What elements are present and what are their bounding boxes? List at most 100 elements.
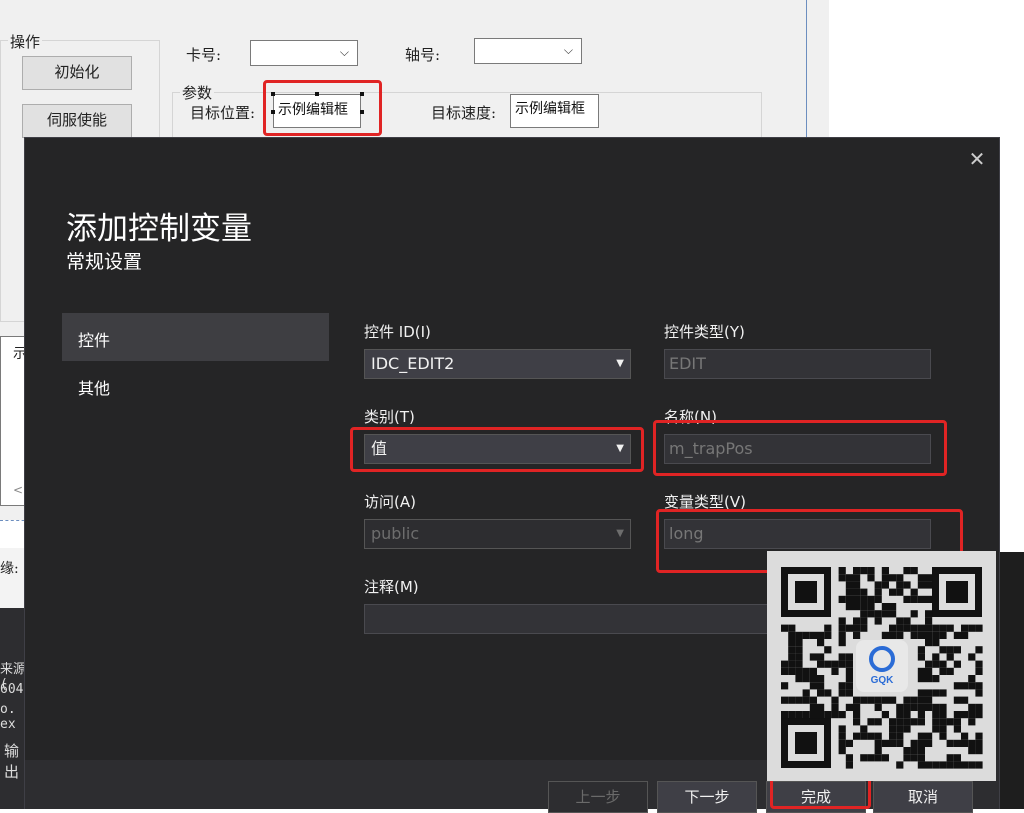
init-button[interactable]: 初始化 — [22, 56, 132, 90]
qr-module — [939, 667, 947, 675]
qr-module — [917, 667, 925, 675]
qr-module — [874, 617, 882, 625]
qr-module — [881, 696, 889, 704]
qr-module — [889, 588, 897, 596]
comment-label: 注释(M) — [364, 578, 419, 596]
qr-module — [881, 581, 889, 589]
qr-module — [903, 711, 911, 719]
access-dropdown[interactable]: public ▼ — [364, 519, 631, 549]
qr-module — [874, 610, 882, 618]
axis-number-combo[interactable]: ⌵ — [474, 38, 582, 64]
control-id-value: IDC_EDIT2 — [371, 354, 455, 373]
qr-module — [838, 624, 846, 632]
qr-module — [925, 574, 933, 582]
qr-module — [845, 675, 853, 683]
nav-item-control[interactable]: 控件 — [62, 313, 329, 361]
prev-button[interactable]: 上一步 — [548, 781, 648, 813]
qr-module — [975, 732, 983, 740]
qr-module — [896, 718, 904, 726]
close-icon[interactable]: ✕ — [964, 146, 990, 172]
card-number-combo[interactable]: ⌵ — [250, 40, 358, 66]
qr-module — [860, 617, 868, 625]
qr-module — [975, 711, 983, 719]
chevron-left-icon[interactable]: < — [13, 483, 23, 497]
qr-module — [896, 739, 904, 747]
qr-module — [802, 689, 810, 697]
qr-module — [809, 682, 817, 690]
qr-module — [932, 725, 940, 733]
qr-module — [961, 696, 969, 704]
qr-module — [867, 595, 875, 603]
qr-module — [953, 682, 961, 690]
qr-module — [925, 696, 933, 704]
qr-module — [853, 711, 861, 719]
control-id-dropdown[interactable]: IDC_EDIT2 ▼ — [364, 349, 631, 379]
qr-module — [853, 617, 861, 625]
qr-module — [860, 725, 868, 733]
nav-item-other[interactable]: 其他 — [62, 361, 329, 409]
qr-module — [961, 761, 969, 769]
qr-module — [795, 675, 803, 683]
qr-module — [925, 610, 933, 618]
nav-item-label: 其他 — [78, 379, 111, 398]
qr-module — [874, 696, 882, 704]
cancel-button[interactable]: 取消 — [873, 781, 973, 813]
qr-module — [788, 660, 796, 668]
qr-module — [860, 588, 868, 596]
qr-module — [925, 617, 933, 625]
target-speed-edit[interactable]: 示例编辑框 — [510, 94, 599, 128]
qr-module — [939, 624, 947, 632]
qr-module — [932, 761, 940, 769]
qr-module — [824, 711, 832, 719]
qr-module — [953, 660, 961, 668]
qr-module — [917, 653, 925, 661]
qr-module — [838, 747, 846, 755]
qr-module — [874, 754, 882, 762]
qr-module — [874, 595, 882, 603]
qr-module — [910, 696, 918, 704]
right-white-area — [996, 0, 1024, 552]
qr-module — [838, 725, 846, 733]
servo-enable-button[interactable]: 伺服使能 — [22, 104, 132, 138]
qr-module — [853, 567, 861, 575]
caret-down-icon: ▼ — [616, 358, 624, 369]
qr-module — [910, 739, 918, 747]
qr-module — [953, 631, 961, 639]
qr-module — [874, 581, 882, 589]
qr-module — [802, 696, 810, 704]
qr-module — [939, 725, 947, 733]
qr-module — [925, 581, 933, 589]
qr-module — [788, 711, 796, 719]
nav-item-label: 控件 — [78, 331, 111, 350]
qr-module — [903, 595, 911, 603]
qr-module — [867, 718, 875, 726]
qr-code-icon: GQK — [767, 551, 996, 781]
qr-module — [903, 718, 911, 726]
qr-module — [860, 595, 868, 603]
control-type-label: 控件类型(Y) — [664, 323, 745, 341]
qr-module — [860, 732, 868, 740]
qr-module — [903, 747, 911, 755]
qr-module — [917, 739, 925, 747]
qr-module — [817, 653, 825, 661]
qr-module — [838, 631, 846, 639]
qr-module — [903, 624, 911, 632]
qr-module — [917, 595, 925, 603]
qr-module — [788, 653, 796, 661]
qr-module — [867, 603, 875, 611]
qr-module — [925, 675, 933, 683]
qr-module — [953, 739, 961, 747]
qr-module — [838, 653, 846, 661]
qr-module — [838, 567, 846, 575]
qr-module — [917, 732, 925, 740]
qr-module — [975, 761, 983, 769]
qr-module — [939, 732, 947, 740]
qr-module — [975, 689, 983, 697]
qr-module — [975, 703, 983, 711]
qr-module — [824, 660, 832, 668]
next-button[interactable]: 下一步 — [657, 781, 757, 813]
qr-module — [788, 696, 796, 704]
qr-module — [817, 675, 825, 683]
qr-code-image: GQK — [767, 551, 996, 781]
qr-module — [903, 617, 911, 625]
